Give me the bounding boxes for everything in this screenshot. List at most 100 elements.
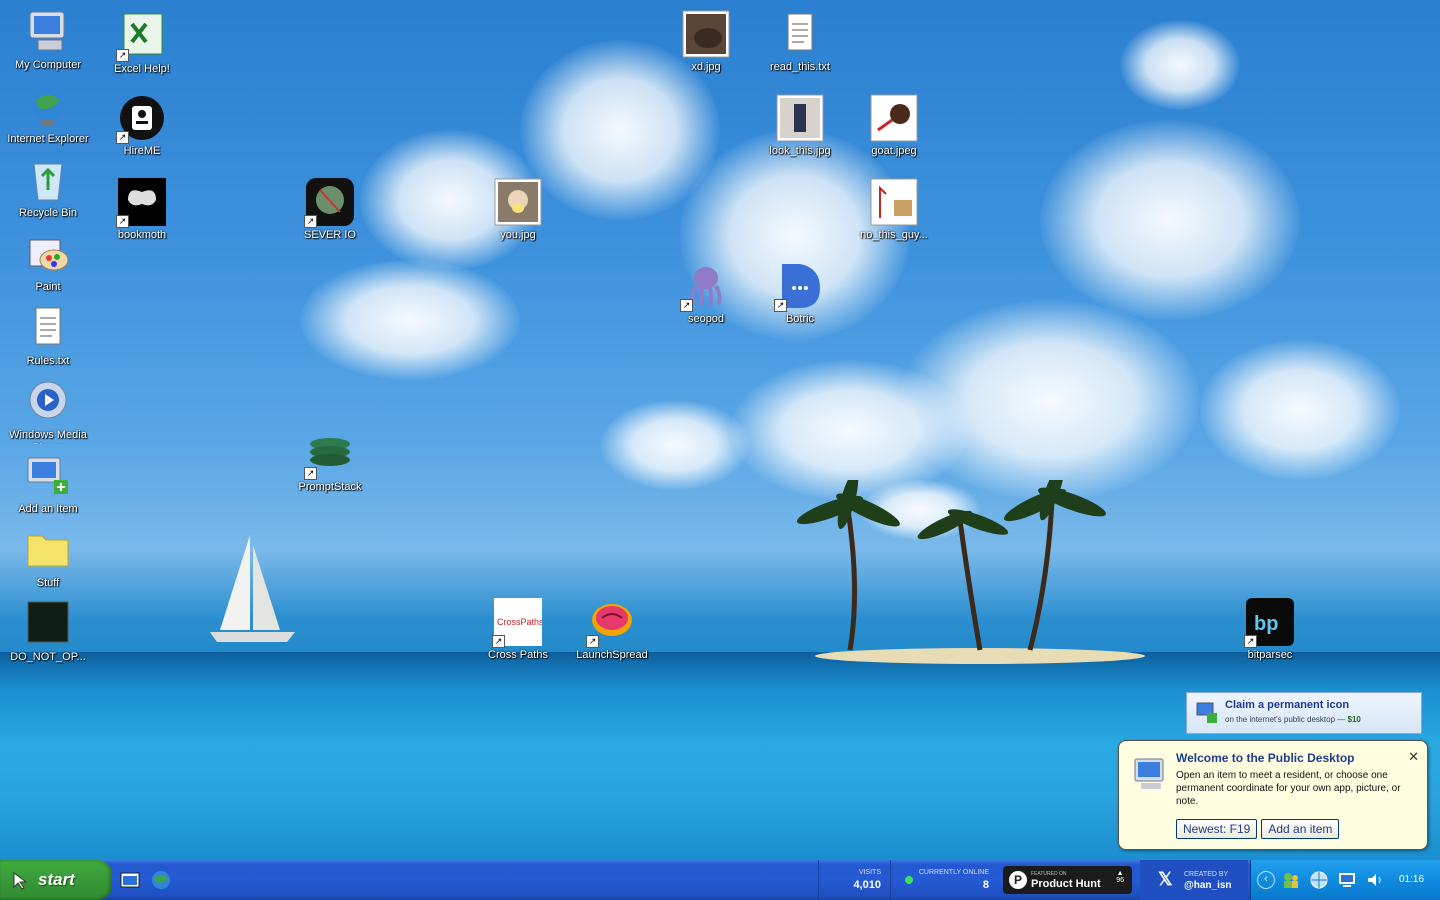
newest-button[interactable]: Newest: F19 <box>1176 819 1258 839</box>
online-dot-icon <box>905 876 913 884</box>
shortcut-arrow-icon: ↗ <box>1244 635 1257 648</box>
icon-label: DO_NOT_OP... <box>10 651 86 663</box>
desktop-icon-xd-jpg[interactable]: xd.jpg <box>661 10 751 74</box>
image-thumbnail-icon <box>870 178 918 226</box>
desktop-icon-cross-paths[interactable]: CrossPaths ↗ Cross Paths <box>473 598 563 662</box>
icon-label: Recycle Bin <box>18 207 78 219</box>
svg-text:bp: bp <box>1254 613 1278 635</box>
desktop-icon-look-this-jpg[interactable]: look_this.jpg <box>755 94 845 158</box>
desktop-icon-excel-help[interactable]: ↗ Excel Help! <box>97 12 187 76</box>
my-computer-icon <box>24 8 72 56</box>
desktop-icon-no-this-guy[interactable]: no_this_guy... <box>849 178 939 242</box>
paint-icon <box>24 230 72 278</box>
hireme-icon: ↗ <box>116 94 166 144</box>
show-desktop-icon[interactable] <box>120 871 140 889</box>
icon-label: LaunchSpread <box>576 649 648 661</box>
desktop-icon-paint[interactable]: Paint <box>3 230 93 294</box>
desktop-icon-seopod[interactable]: ↗ seopod <box>661 262 751 326</box>
balloon-title: Welcome to the Public Desktop <box>1176 751 1355 765</box>
icon-label: Add an Item <box>18 503 78 515</box>
shortcut-arrow-icon: ↗ <box>774 299 787 312</box>
media-player-icon <box>24 378 72 426</box>
add-item-icon <box>1196 702 1217 723</box>
icon-label: Internet Explorer <box>7 133 89 145</box>
taskbar: start VISITS 4,010 CURRENTLY ONLINE 8 P … <box>0 860 1440 900</box>
desktop-icon-stuff[interactable]: Stuff <box>3 526 93 590</box>
start-button[interactable]: start <box>0 860 112 900</box>
online-counter: CURRENTLY ONLINE 8 <box>890 860 995 900</box>
x-logo-icon: 𝕏 <box>1158 869 1173 889</box>
image-thumbnail-icon <box>776 94 824 142</box>
my-computer-icon <box>1134 758 1164 789</box>
balloon-body: Open an item to meet a resident, or choo… <box>1176 770 1401 807</box>
desktop-icon-bookmoth[interactable]: ↗ bookmoth <box>97 178 187 242</box>
claim-subtitle-text: on the internet's public desktop — <box>1225 715 1348 724</box>
monitor-icon[interactable] <box>1337 870 1357 890</box>
claim-subtitle: on the internet's public desktop — $10 <box>1225 715 1361 724</box>
icon-label: Cross Paths <box>488 649 548 661</box>
visits-counter: VISITS 4,010 <box>818 860 885 900</box>
close-icon[interactable]: ✕ <box>1408 749 1419 765</box>
claim-title: Claim a permanent icon <box>1225 699 1350 711</box>
desktop-icon-goat-jpeg[interactable]: goat.jpeg <box>849 94 939 158</box>
desktop-icon-hireme[interactable]: ↗ HireME <box>97 94 187 158</box>
desktop-icon-add-an-item[interactable]: Add an Item <box>3 452 93 516</box>
icon-label: seopod <box>687 313 725 325</box>
balloon-buttons: Newest: F19 Add an item <box>1176 819 1343 839</box>
desktop-background: My Computer Internet Explorer Recycle Bi… <box>0 0 1440 860</box>
product-hunt-votes-value: 96 <box>1116 877 1124 884</box>
folder-icon <box>24 526 72 574</box>
desktop-icon-recycle-bin[interactable]: Recycle Bin <box>3 156 93 220</box>
recycle-bin-icon <box>24 156 72 204</box>
cross-paths-icon: CrossPaths ↗ <box>492 598 544 648</box>
desktop-icon-my-computer[interactable]: My Computer <box>3 8 93 72</box>
seopod-octopus-icon: ↗ <box>680 262 730 312</box>
desktop-icon-promptstack[interactable]: ↗ PromptStack <box>285 430 375 494</box>
created-small-label: CREATED BY <box>1184 871 1229 878</box>
welcome-balloon: Welcome to the Public Desktop ✕ Open an … <box>1118 740 1428 850</box>
bookmoth-icon: ↗ <box>116 178 166 228</box>
desktop-icon-launchspread[interactable]: ↗ LaunchSpread <box>567 598 657 662</box>
image-thumbnail-icon <box>494 178 542 226</box>
desktop-icon-read-this-txt[interactable]: read_this.txt <box>755 10 845 74</box>
shortcut-arrow-icon: ↗ <box>116 215 129 228</box>
created-by-badge[interactable]: 𝕏 CREATED BY @han_isn <box>1140 860 1248 900</box>
text-file-icon <box>776 10 824 58</box>
botric-chat-icon: ↗ <box>774 262 824 312</box>
product-hunt-label: Product Hunt <box>1031 878 1101 890</box>
icon-label: Windows Media Player <box>9 429 87 444</box>
desktop-icon-botric[interactable]: ↗ Botric <box>755 262 845 326</box>
speaker-icon[interactable] <box>1365 870 1385 890</box>
users-icon[interactable] <box>1281 870 1301 890</box>
product-hunt-badge[interactable]: P FEATURED ON Product Hunt ▲ 96 <box>1003 866 1132 894</box>
system-tray: ‹ 01:16 <box>1250 860 1440 900</box>
desktop-icon-bitparsec[interactable]: bp ↗ bitparsec <box>1225 598 1315 662</box>
product-hunt-icon: P <box>1009 871 1027 889</box>
online-label: CURRENTLY ONLINE <box>918 869 989 876</box>
internet-explorer-icon[interactable] <box>150 869 172 891</box>
product-hunt-votes: ▲ 96 <box>1116 870 1124 884</box>
launchspread-icon: ↗ <box>586 598 636 648</box>
chevron-left-icon[interactable]: ‹ <box>1257 871 1275 889</box>
online-value: 8 <box>982 879 989 891</box>
svg-text:CrossPaths: CrossPaths <box>497 617 542 627</box>
icon-label: xd.jpg <box>691 61 721 73</box>
icon-label: PromptStack <box>298 481 362 493</box>
add-item-button[interactable]: Add an item <box>1261 819 1340 839</box>
claim-permanent-icon-panel[interactable]: Claim a permanent icon on the internet's… <box>1186 692 1422 734</box>
shortcut-arrow-icon: ↗ <box>304 467 317 480</box>
add-item-icon <box>24 452 72 500</box>
desktop-icon-internet-explorer[interactable]: Internet Explorer <box>3 82 93 148</box>
desktop-icon-rules-txt[interactable]: Rules.txt <box>3 304 93 368</box>
visits-label: VISITS <box>858 869 881 876</box>
desktop-icon-do-not-open[interactable]: DO_NOT_OP... <box>3 600 93 664</box>
desktop-icon-you-jpg[interactable]: you.jpg <box>473 178 563 242</box>
dark-app-icon <box>24 600 72 648</box>
desktop-icon-windows-media-player[interactable]: Windows Media Player <box>3 378 93 444</box>
icon-label: look_this.jpg <box>769 145 831 157</box>
palm-trees <box>796 480 1106 651</box>
cloud <box>300 260 520 380</box>
desktop-icon-sever-io[interactable]: ↗ SEVER IO <box>285 178 375 242</box>
cloud <box>1040 120 1300 320</box>
network-globe-icon[interactable] <box>1309 870 1329 890</box>
